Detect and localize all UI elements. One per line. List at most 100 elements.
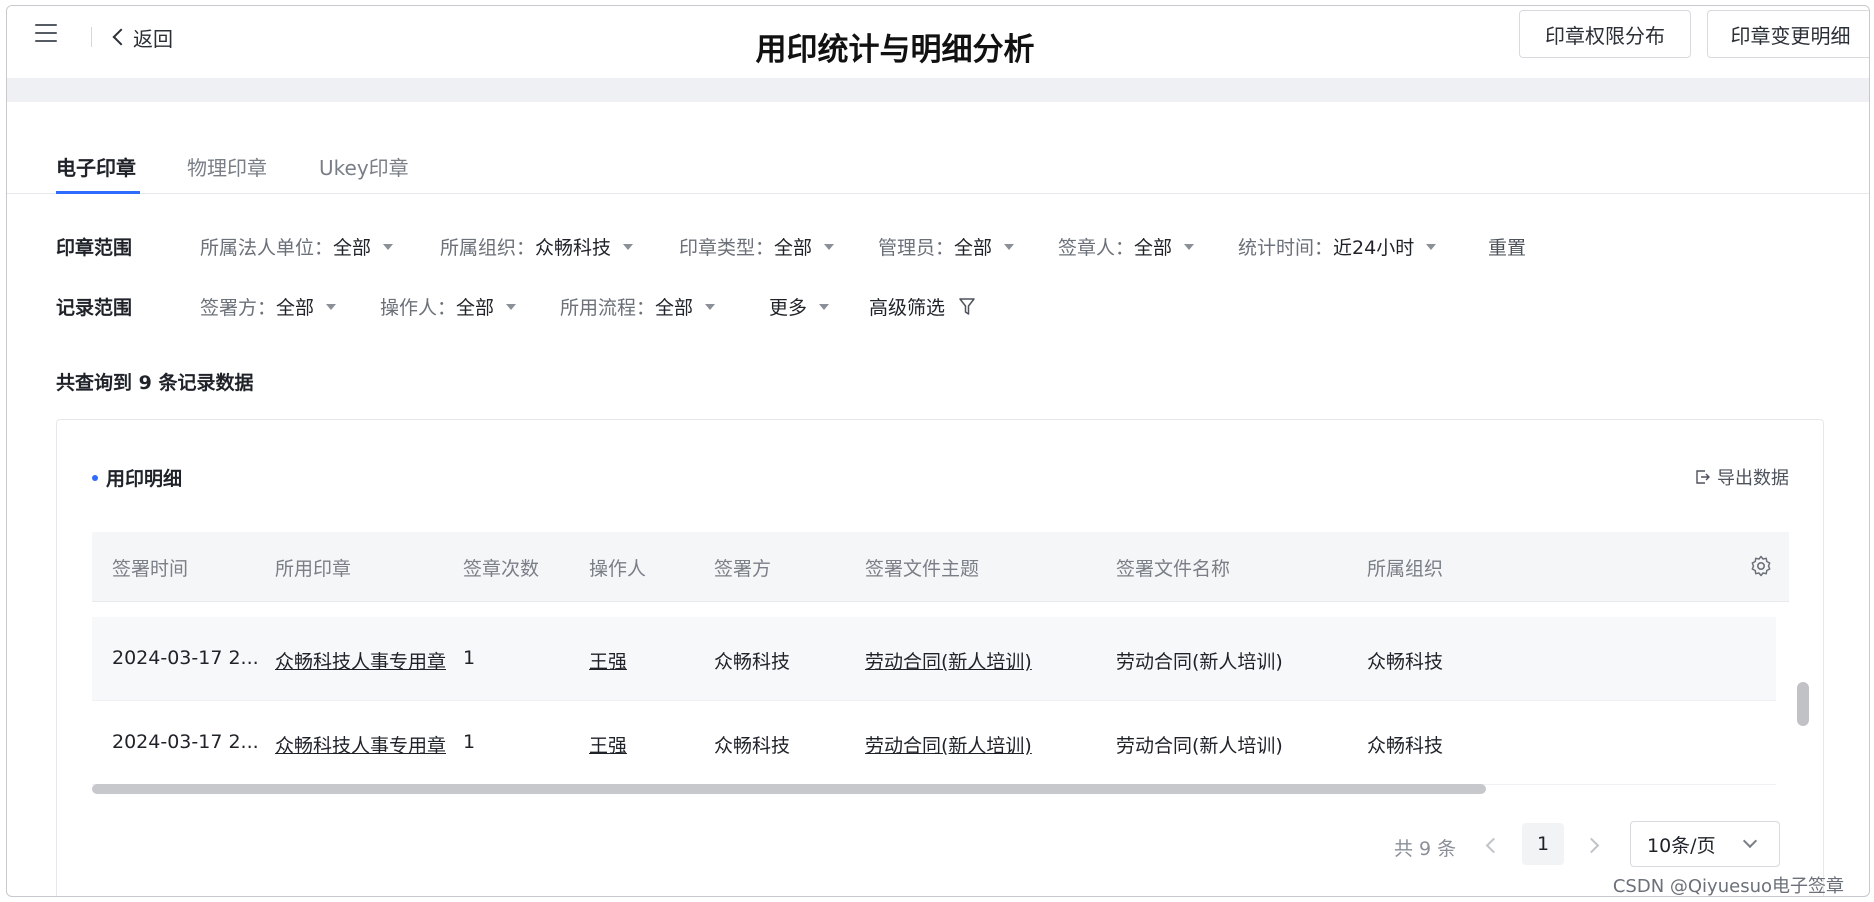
active-tab-indicator [56, 191, 140, 194]
caret-down-icon [1184, 243, 1195, 250]
seal-type-tabs: 电子印章 物理印章 Ukey印章 [7, 102, 1869, 194]
next-page-icon[interactable] [1586, 838, 1600, 852]
col-seal-used[interactable]: 所用印章 [275, 554, 351, 581]
caret-down-icon [326, 303, 337, 310]
filter-seal-type[interactable]: 印章类型： 全部 [679, 233, 835, 260]
cell-operator-link[interactable]: 王强 [589, 647, 627, 674]
page-number-current[interactable]: 1 [1522, 823, 1564, 865]
seal-usage-detail-card: 用印明细 导出数据 签署时间 所用印章 签章次数 操作人 签署方 签署文件主题 … [56, 419, 1824, 896]
title-dot-icon [92, 474, 98, 481]
cell-sign-time: 2024-03-17 2... [112, 647, 259, 669]
filter-time-range[interactable]: 统计时间： 近24小时 [1238, 233, 1437, 260]
top-header: 返回 用印统计与明细分析 印章权限分布 印章变更明细 [7, 6, 1869, 78]
table-row[interactable]: 2024-03-17 2... 众畅科技人事专用章 1 王强 众畅科技 劳动合同… [92, 617, 1776, 701]
filter-value: 全部 [774, 237, 813, 259]
record-scope-filters: 记录范围 签署方： 全部 操作人： 全部 所用流程： 全部 更多 高级筛选 [7, 291, 1869, 321]
caret-down-icon [506, 303, 517, 310]
reset-button[interactable]: 重置 [1488, 233, 1526, 260]
filter-label: 签章人： [1058, 237, 1135, 259]
advanced-filter-button[interactable]: 高级筛选 [869, 293, 975, 320]
filter-label: 管理员： [878, 237, 955, 259]
tab-ukey-seal[interactable]: Ukey印章 [319, 152, 409, 181]
col-seal-count[interactable]: 签章次数 [463, 554, 539, 581]
prev-page-icon[interactable] [1484, 838, 1498, 852]
record-scope-title: 记录范围 [56, 297, 133, 319]
cell-document-subject-link[interactable]: 劳动合同(新人培训) [865, 731, 1032, 758]
caret-down-icon [623, 243, 634, 250]
cell-seal-count: 1 [463, 647, 476, 669]
cell-sign-time: 2024-03-17 2... [112, 731, 259, 753]
table-row[interactable]: 2024-03-17 2... 众畅科技人事专用章 1 王强 众畅科技 劳动合同… [92, 701, 1776, 785]
filter-legal-entity[interactable]: 所属法人单位： 全部 [200, 233, 394, 260]
caret-down-icon [819, 303, 830, 310]
chevron-down-icon [1742, 833, 1758, 849]
header-separator-band [7, 78, 1869, 102]
horizontal-scrollbar-thumb[interactable] [92, 784, 1486, 794]
seal-change-detail-button[interactable]: 印章变更明细 [1707, 10, 1869, 58]
advanced-filter-label: 高级筛选 [869, 297, 946, 319]
filter-value: 全部 [333, 237, 372, 259]
filter-workflow[interactable]: 所用流程： 全部 [560, 293, 716, 320]
export-label: 导出数据 [1717, 468, 1789, 489]
seal-permission-button[interactable]: 印章权限分布 [1519, 10, 1691, 58]
col-document-subject[interactable]: 签署文件主题 [865, 554, 979, 581]
pagination-total: 共 9 条 [1394, 838, 1457, 860]
filter-admin[interactable]: 管理员： 全部 [878, 233, 1015, 260]
table-header: 签署时间 所用印章 签章次数 操作人 签署方 签署文件主题 签署文件名称 所属组… [92, 532, 1789, 602]
card-title: 用印明细 [92, 464, 182, 491]
watermark: CSDN @Qiyuesuo电子签章 [1612, 876, 1844, 897]
filter-label: 所属法人单位： [200, 237, 334, 259]
cell-signing-party: 众畅科技 [714, 735, 791, 757]
more-label: 更多 [769, 297, 808, 319]
filter-label: 签署方： [200, 297, 277, 319]
caret-down-icon [1426, 243, 1437, 250]
result-summary: 共查询到 9 条记录数据 [56, 372, 254, 394]
caret-down-icon [1004, 243, 1015, 250]
cell-seal-link[interactable]: 众畅科技人事专用章 [275, 731, 446, 758]
page-title: 用印统计与明细分析 [755, 32, 1035, 68]
page-size-value: 10条/页 [1647, 834, 1716, 857]
col-sign-time[interactable]: 签署时间 [112, 554, 188, 581]
filter-signer[interactable]: 签章人： 全部 [1058, 233, 1195, 260]
filter-signing-party[interactable]: 签署方： 全部 [200, 293, 337, 320]
cell-document-name: 劳动合同(新人培训) [1116, 651, 1283, 673]
cell-organization: 众畅科技 [1367, 735, 1444, 757]
filter-organization[interactable]: 所属组织： 众畅科技 [440, 233, 634, 260]
cell-seal-count: 1 [463, 731, 476, 753]
col-operator[interactable]: 操作人 [589, 554, 646, 581]
cell-document-subject-link[interactable]: 劳动合同(新人培训) [865, 647, 1032, 674]
filter-operator[interactable]: 操作人： 全部 [380, 293, 517, 320]
cell-signing-party: 众畅科技 [714, 651, 791, 673]
page-size-select[interactable]: 10条/页 [1630, 821, 1780, 867]
funnel-icon [959, 298, 975, 315]
filter-label: 所用流程： [560, 297, 656, 319]
filter-value: 全部 [276, 297, 315, 319]
cell-operator-link[interactable]: 王强 [589, 731, 627, 758]
export-data-button[interactable]: 导出数据 [1695, 464, 1789, 490]
filter-value: 全部 [1134, 237, 1173, 259]
caret-down-icon [383, 243, 394, 250]
vertical-scrollbar-thumb[interactable] [1797, 682, 1809, 726]
card-title-label: 用印明细 [106, 468, 183, 490]
app-window: 返回 用印统计与明细分析 印章权限分布 印章变更明细 电子印章 物理印章 Uke… [6, 5, 1870, 897]
col-signing-party[interactable]: 签署方 [714, 554, 771, 581]
filter-value: 近24小时 [1333, 237, 1415, 259]
filter-value: 全部 [954, 237, 993, 259]
tab-physical-seal[interactable]: 物理印章 [187, 152, 267, 181]
seal-scope-filters: 印章范围 所属法人单位： 全部 所属组织： 众畅科技 印章类型： 全部 管理员：… [7, 231, 1869, 261]
tab-electronic-seal[interactable]: 电子印章 [56, 152, 136, 181]
cell-seal-link[interactable]: 众畅科技人事专用章 [275, 647, 446, 674]
cell-organization: 众畅科技 [1367, 651, 1444, 673]
filter-label: 统计时间： [1238, 237, 1334, 259]
seal-usage-table: 签署时间 所用印章 签章次数 操作人 签署方 签署文件主题 签署文件名称 所属组… [92, 532, 1789, 785]
filter-label: 印章类型： [679, 237, 775, 259]
filter-value: 全部 [456, 297, 495, 319]
caret-down-icon [824, 243, 835, 250]
filter-value: 众畅科技 [535, 237, 612, 259]
column-settings-gear-icon[interactable] [1749, 554, 1773, 578]
col-organization[interactable]: 所属组织 [1367, 554, 1443, 581]
filter-more[interactable]: 更多 [769, 293, 830, 320]
col-document-name[interactable]: 签署文件名称 [1116, 554, 1230, 581]
filter-label: 操作人： [380, 297, 457, 319]
export-icon [1696, 470, 1710, 484]
